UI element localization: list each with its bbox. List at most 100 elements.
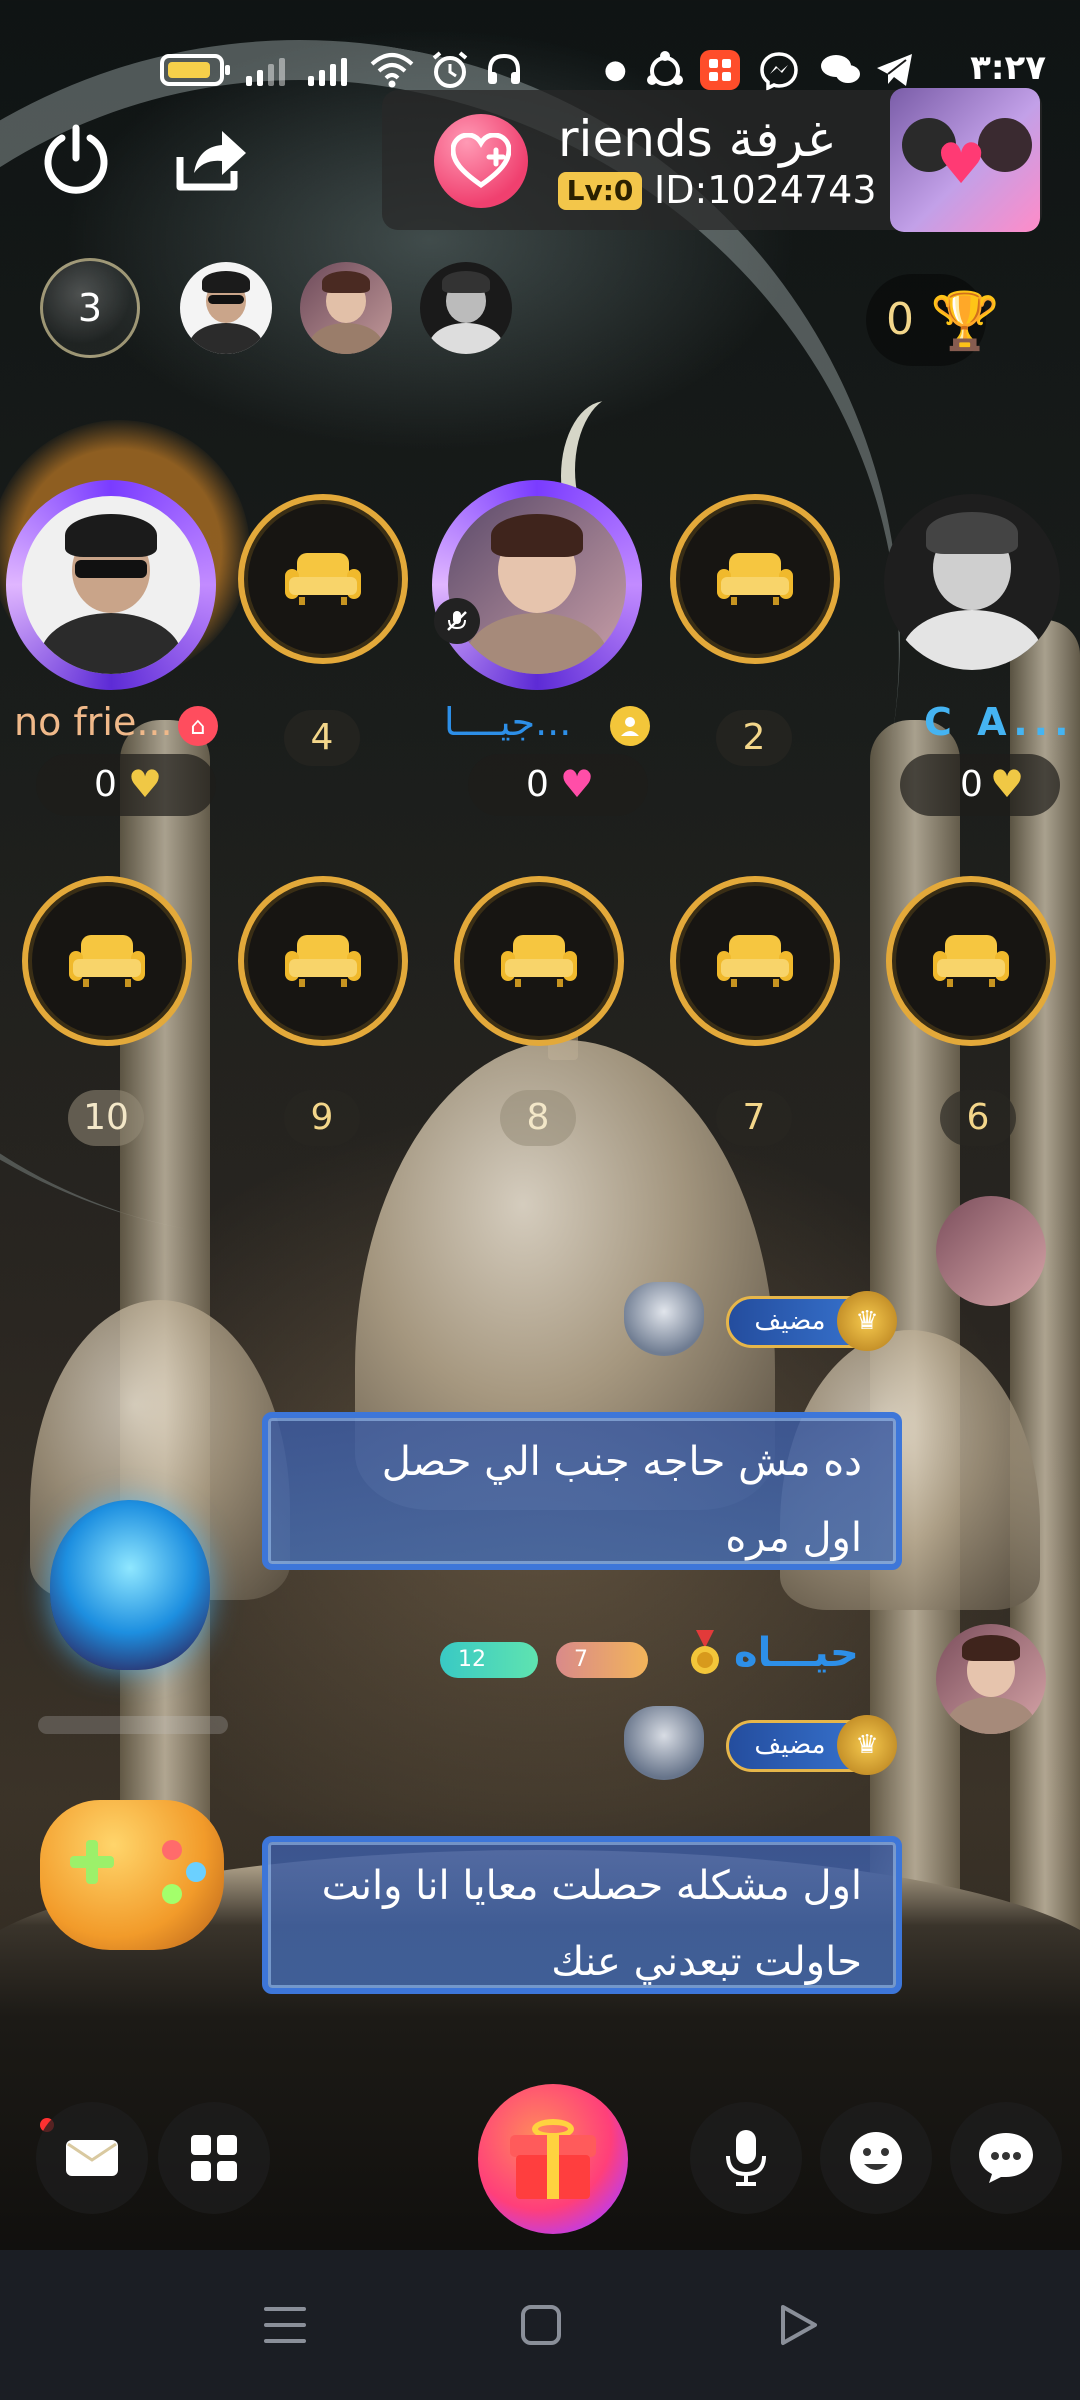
chat-input-button[interactable] xyxy=(950,2102,1062,2214)
home-nav-button[interactable] xyxy=(496,2290,586,2360)
seat-score-pill: 0 ♥ xyxy=(900,754,1060,816)
inbox-button[interactable] xyxy=(36,2102,148,2214)
follow-room-heart-icon[interactable] xyxy=(434,114,528,208)
trophy-icon: 🏆 xyxy=(930,289,1000,354)
sofa-icon xyxy=(285,553,361,605)
room-ranking-button[interactable]: 0 🏆 xyxy=(866,274,1000,366)
seat-8-empty[interactable] xyxy=(454,876,624,1046)
sofa-icon xyxy=(933,935,1009,987)
avatar xyxy=(884,494,1060,670)
gold-heart-icon: ♥ xyxy=(128,762,163,806)
seat-number: 8 xyxy=(500,1090,576,1146)
share-icon xyxy=(176,131,246,191)
seat-6-empty[interactable] xyxy=(886,876,1056,1046)
chat-avatar[interactable] xyxy=(936,1196,1046,1306)
room-level-badge: Lv:0 xyxy=(558,172,642,210)
dot-icon: ● xyxy=(604,55,627,85)
seat-1-occupied[interactable] xyxy=(6,480,216,690)
chat-username[interactable]: حيـــاه xyxy=(734,1630,859,1676)
pink-heart-icon: ♥ xyxy=(560,762,595,806)
sofa-icon xyxy=(717,553,793,605)
room-title: riends غرفة xyxy=(558,110,834,168)
medal-icon xyxy=(688,1630,722,1676)
seat-score-pill: 0 ♥ xyxy=(468,754,648,816)
microphone-icon xyxy=(726,2130,766,2186)
seat-number: 2 xyxy=(716,710,792,766)
seat-4-empty[interactable] xyxy=(238,494,408,664)
grid-icon xyxy=(191,2135,237,2181)
avatar xyxy=(448,496,626,674)
chat-message-bubble: ده مش حاجه جنب الي حصل اول مره xyxy=(262,1412,902,1570)
chat-avatar[interactable] xyxy=(936,1624,1046,1734)
level-badge: 7 xyxy=(556,1642,648,1678)
seat-3-occupied[interactable] xyxy=(432,480,642,690)
more-apps-button[interactable] xyxy=(158,2102,270,2214)
sofa-icon xyxy=(717,935,793,987)
seat-number: 9 xyxy=(284,1090,360,1146)
emoji-icon xyxy=(850,2132,902,2184)
chat-bubble-icon xyxy=(979,2133,1033,2183)
viewer-avatar[interactable] xyxy=(420,262,512,354)
seat-username: C A... xyxy=(924,700,1075,744)
guest-badge: مضيف ♛ xyxy=(726,1715,897,1775)
seat-username: ...جيــــا xyxy=(444,700,572,744)
seat-score-pill: 0 ♥ xyxy=(36,754,216,816)
microphone-button[interactable] xyxy=(690,2102,802,2214)
seat-10-empty[interactable] xyxy=(22,876,192,1046)
app-icon xyxy=(700,50,740,90)
share-button[interactable] xyxy=(170,120,254,200)
wing-badge-icon xyxy=(624,1282,704,1356)
avatar xyxy=(22,496,200,674)
sofa-icon xyxy=(69,935,145,987)
home-square-icon xyxy=(521,2305,561,2345)
chat-message-line: ده مش حاجه جنب الي حصل xyxy=(381,1439,862,1485)
power-button[interactable] xyxy=(36,120,116,200)
sofa-icon xyxy=(285,935,361,987)
seat-username: no frie... xyxy=(14,700,173,744)
room-cover-image[interactable]: ♥ xyxy=(890,88,1040,232)
seat-2-empty[interactable] xyxy=(670,494,840,664)
room-info-card[interactable]: riends غرفة Lv:0 ID:1024743 ♥ xyxy=(382,88,1042,232)
menu-icon xyxy=(264,2307,306,2343)
gift-button[interactable] xyxy=(478,2084,628,2234)
online-count-badge[interactable]: 3 xyxy=(40,258,140,358)
seat-5-occupied[interactable] xyxy=(884,494,1060,670)
back-nav-button[interactable] xyxy=(752,2290,842,2360)
power-icon xyxy=(44,124,108,194)
gold-heart-icon: ♥ xyxy=(990,762,1025,806)
seat-9-empty[interactable] xyxy=(238,876,408,1046)
seat-number: 7 xyxy=(716,1090,792,1146)
home-owner-icon: ⌂ xyxy=(178,706,218,746)
guest-badge: مضيف ♛ xyxy=(726,1291,897,1351)
chat-message-line: اول مره xyxy=(725,1515,862,1561)
signal-icon xyxy=(308,54,347,86)
trophy-count: 0 xyxy=(886,294,914,345)
envelope-icon xyxy=(66,2140,118,2176)
guest-badge-icon: ♛ xyxy=(837,1291,897,1351)
chat-message-line: اول مشكله حصلت معايا انا وانت xyxy=(321,1863,862,1909)
seat-number: 4 xyxy=(284,710,360,766)
guest-badge-icon: ♛ xyxy=(837,1715,897,1775)
emoji-button[interactable] xyxy=(820,2102,932,2214)
user-icon xyxy=(610,706,650,746)
back-triangle-icon xyxy=(781,2305,817,2345)
gem-progress-bar xyxy=(38,1716,228,1734)
seat-number: 6 xyxy=(940,1090,1016,1146)
viewer-avatar[interactable] xyxy=(180,262,272,354)
room-id: ID:1024743 xyxy=(654,168,877,212)
chat-message-line: حاولت تبعدني عنك xyxy=(551,1939,862,1985)
game-controller-icon[interactable] xyxy=(40,1800,224,1950)
menu-nav-button[interactable] xyxy=(240,2290,330,2360)
seat-number: 10 xyxy=(68,1090,144,1146)
signal-icon xyxy=(246,54,285,86)
sofa-icon xyxy=(501,935,577,987)
system-navigation-bar xyxy=(0,2250,1080,2400)
gem-activity-icon[interactable] xyxy=(50,1500,210,1670)
viewer-avatar[interactable] xyxy=(300,262,392,354)
mic-muted-icon xyxy=(434,598,480,644)
gift-icon xyxy=(510,2119,596,2199)
chat-message-bubble: اول مشكله حصلت معايا انا وانت حاولت تبعد… xyxy=(262,1836,902,1994)
seat-7-empty[interactable] xyxy=(670,876,840,1046)
minaret-decoration xyxy=(1010,620,1080,2020)
level-badge: 12 xyxy=(440,1642,538,1678)
